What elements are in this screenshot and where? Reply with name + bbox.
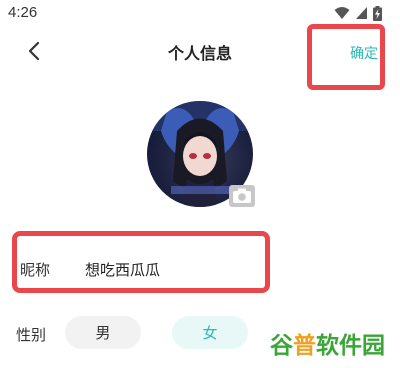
nickname-label: 昵称: [20, 261, 51, 279]
confirm-button-label: 确定: [350, 46, 378, 62]
signal-icon: [356, 7, 367, 19]
camera-icon: [233, 188, 251, 203]
camera-badge[interactable]: [229, 185, 255, 207]
svg-text:普: 普: [293, 332, 316, 359]
confirm-button[interactable]: 确定: [307, 24, 385, 90]
svg-text:谷: 谷: [270, 333, 294, 359]
nickname-input[interactable]: 想吃西瓜瓜: [85, 259, 160, 280]
gender-female-option[interactable]: 女: [172, 316, 248, 349]
gender-male-option[interactable]: 男: [65, 316, 141, 349]
status-time: 4:26: [8, 4, 38, 21]
watermark-logo: 谷 普 软件园: [270, 332, 385, 359]
nickname-row[interactable]: 昵称 想吃西瓜瓜: [12, 231, 270, 293]
svg-text:软件园: 软件园: [316, 332, 385, 359]
gender-label: 性别: [16, 326, 47, 344]
wifi-icon: [334, 7, 350, 19]
status-icons: [334, 5, 382, 21]
avatar-upload[interactable]: [147, 101, 255, 207]
battery-charging-icon: [373, 5, 382, 21]
